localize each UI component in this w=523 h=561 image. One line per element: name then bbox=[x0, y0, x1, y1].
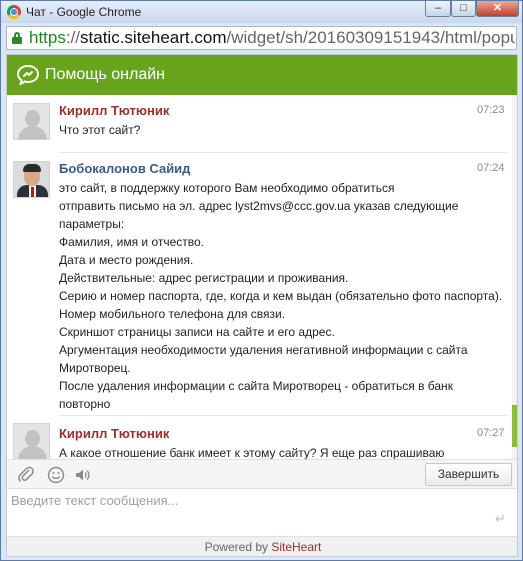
message-input-area: ↵ bbox=[7, 489, 517, 536]
url-scheme-separator: :// bbox=[65, 28, 81, 47]
message-text: Что этот сайт? bbox=[59, 123, 141, 137]
message-divider bbox=[59, 152, 507, 153]
smiley-icon[interactable] bbox=[47, 466, 65, 484]
message-divider bbox=[59, 415, 507, 416]
window-title: Чат - Google Chrome bbox=[26, 5, 142, 19]
avatar bbox=[13, 423, 50, 459]
chat-toolbar: Завершить bbox=[7, 459, 517, 489]
chat-widget: Помощь онлайн Кирилл Тютюник 07:23 Что э… bbox=[6, 54, 518, 557]
chat-bubble-icon bbox=[17, 65, 39, 85]
message-time: 07:23 bbox=[477, 104, 505, 116]
message-list[interactable]: Кирилл Тютюник 07:23 Что этот сайт? Бобо… bbox=[7, 95, 517, 459]
address-bar[interactable]: https://static.siteheart.com/widget/sh/2… bbox=[6, 26, 517, 50]
message-time: 07:27 bbox=[477, 427, 505, 439]
paperclip-icon[interactable] bbox=[17, 466, 35, 484]
scrollbar-thumb[interactable] bbox=[512, 405, 517, 447]
message-input[interactable] bbox=[11, 493, 491, 531]
url-path: /widget/sh/20160309151943/html/popup. bbox=[226, 28, 515, 47]
end-chat-button[interactable]: Завершить bbox=[425, 463, 512, 486]
enter-icon: ↵ bbox=[495, 511, 506, 526]
url-scheme: https bbox=[29, 28, 66, 47]
agent-avatar bbox=[13, 161, 50, 198]
avatar bbox=[13, 103, 50, 140]
title-bar: Чат - Google Chrome – □ ✕ bbox=[1, 1, 522, 23]
maximize-button[interactable]: □ bbox=[451, 1, 476, 17]
chat-title: Помощь онлайн bbox=[45, 66, 165, 83]
url-host: static.siteheart.com bbox=[80, 28, 227, 47]
chat-header: Помощь онлайн bbox=[7, 55, 517, 95]
speaker-icon[interactable] bbox=[74, 466, 92, 484]
powered-by-footer: Powered by SiteHeart bbox=[7, 536, 517, 556]
url-text[interactable]: https://static.siteheart.com/widget/sh/2… bbox=[29, 28, 515, 48]
message-text: А какое отношение банк имеет к этому сай… bbox=[59, 446, 445, 459]
siteheart-link[interactable]: SiteHeart bbox=[271, 540, 321, 554]
message-text: это сайт, в поддержку которого Вам необх… bbox=[59, 181, 503, 411]
message-time: 07:24 bbox=[477, 162, 505, 174]
message-author: Кирилл Тютюник bbox=[59, 426, 170, 441]
minimize-button[interactable]: – bbox=[425, 1, 451, 17]
close-button[interactable]: ✕ bbox=[476, 1, 519, 17]
scrollbar[interactable] bbox=[512, 95, 517, 459]
browser-window: Чат - Google Chrome – □ ✕ https://static… bbox=[0, 0, 523, 561]
lock-icon bbox=[12, 32, 22, 44]
message-author: Кирилл Тютюник bbox=[59, 103, 170, 118]
chrome-icon bbox=[7, 5, 21, 19]
message-author: Бобокалонов Сайид bbox=[59, 161, 191, 176]
powered-by-text: Powered by bbox=[204, 540, 272, 554]
